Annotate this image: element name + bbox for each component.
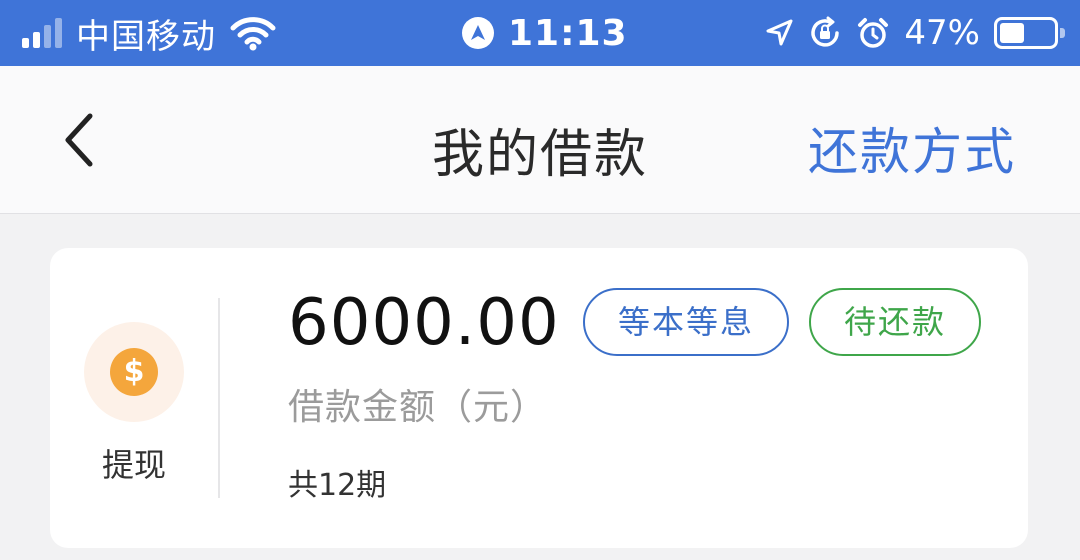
vertical-divider (218, 298, 220, 498)
withdraw-icon-badge: $ (84, 322, 184, 422)
status-time: 11:13 (508, 12, 628, 54)
battery-icon (994, 17, 1065, 49)
wifi-icon (230, 17, 276, 51)
repayment-method-link[interactable]: 还款方式 (808, 112, 1016, 184)
status-bar-left: 中国移动 (22, 0, 276, 66)
battery-level (1000, 23, 1024, 43)
alarm-icon (858, 18, 889, 48)
status-bar-right: 47% (764, 0, 1065, 66)
carrier-name: 中国移动 (76, 16, 216, 57)
location-arrow-icon (766, 19, 793, 46)
loan-periods: 共12期 (288, 468, 387, 503)
navigation-icon (462, 17, 494, 49)
loan-amount-label: 借款金额（元） (288, 387, 548, 428)
status-bar: 中国移动 11:13 47% (0, 0, 1080, 66)
repayment-type-tag: 等本等息 (583, 288, 789, 356)
status-bar-center: 11:13 (462, 0, 628, 66)
dollar-coin-icon: $ (110, 348, 158, 396)
rotation-lock-icon (811, 16, 840, 47)
loan-type-label: 提现 (101, 446, 166, 484)
loan-card[interactable]: $ 提现 6000.00 借款金额（元） 共12期 等本等息 待还款 (50, 248, 1028, 548)
signal-icon (22, 18, 62, 48)
loan-amount: 6000.00 (288, 286, 560, 360)
loan-status-tag: 待还款 (809, 288, 981, 356)
nav-bar: 我的借款 还款方式 (0, 66, 1080, 214)
battery-percent: 47% (904, 13, 980, 53)
